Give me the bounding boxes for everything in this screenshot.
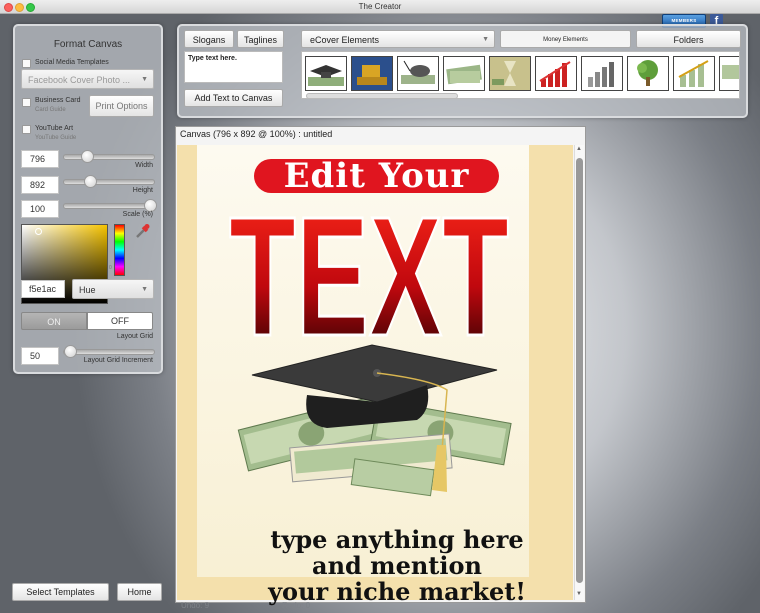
scale-label: Scale (%) [122,211,153,218]
element-thumb-gray-chart[interactable] [581,56,623,91]
grid-increment-slider[interactable] [63,345,155,358]
element-thumb-coins[interactable] [351,56,393,91]
canvas-vertical-scrollbar[interactable]: ▲ ▼ [574,145,584,600]
body-text-line-1[interactable]: type anything here [237,527,557,553]
panel-title: Format Canvas [53,39,123,50]
graduation-money-image[interactable] [232,340,522,500]
youtube-art-label: YouTube Art [35,125,74,132]
scale-slider[interactable] [63,199,157,212]
layout-grid-on-button[interactable]: ON [21,312,87,330]
window-title: The Creator [358,2,402,11]
canvas-window: Canvas (796 x 892 @ 100%) : untitled Edi… [175,126,586,605]
hue-min-label: 0 [109,265,112,271]
social-template-dropdown[interactable]: Facebook Cover Photo ... ▼ [21,69,154,89]
slogan-text-input[interactable]: Type text here. [184,51,283,83]
headline-big-text-art[interactable]: TEXT [219,197,519,342]
close-window-icon[interactable] [4,3,13,12]
select-templates-button[interactable]: Select Templates [12,583,109,601]
headline-big-text: TEXT [229,197,509,342]
grid-increment-label: Layout Grid Increment [83,357,153,364]
scale-input[interactable]: 100 [21,200,59,218]
minimize-window-icon[interactable] [15,3,24,12]
tab-taglines[interactable]: Taglines [237,30,284,48]
window-titlebar: The Creator [0,0,760,14]
color-mode-value: Hue [79,285,96,295]
canvas-scroll-thumb[interactable] [576,158,583,583]
width-input[interactable]: 796 [21,150,59,168]
business-card-checkbox[interactable] [22,98,31,107]
eyedropper-icon[interactable] [134,222,152,240]
zoom-window-icon[interactable] [26,3,35,12]
headline-top-text[interactable]: Edit Your [254,157,499,195]
tab-slogans[interactable]: Slogans [184,30,234,48]
body-text-line-2[interactable]: and mention [237,553,557,579]
chevron-down-icon: ▼ [482,36,489,43]
card-guide-label: Card Guide [35,107,66,113]
grid-increment-input[interactable]: 50 [21,347,59,365]
social-template-value: Facebook Cover Photo ... [28,75,131,85]
format-canvas-panel: Format Canvas Social Media Templates Fac… [13,24,163,374]
scroll-down-arrow-icon[interactable]: ▼ [576,591,582,597]
height-label: Height [132,187,153,194]
color-picker-cursor[interactable] [35,228,42,235]
chevron-down-icon: ▼ [141,76,148,83]
width-label: Width [135,162,153,169]
hue-slider[interactable] [114,224,125,276]
element-thumb-money-tree[interactable] [627,56,669,91]
element-thumb-red-chart[interactable] [535,56,577,91]
height-input[interactable]: 892 [21,176,59,194]
chevron-down-icon: ▼ [141,286,148,293]
tab-money-elements[interactable]: Money Elements [500,30,631,48]
element-thumb-money-graph[interactable] [673,56,715,91]
width-slider[interactable] [63,150,155,163]
ecover-elements-label: eCover Elements [310,35,380,45]
ecover-elements-dropdown[interactable]: eCover Elements ▼ [301,30,495,48]
layout-grid-off-button[interactable]: OFF [87,312,153,330]
undo-counter: Undo: 9 [181,601,210,610]
element-thumb-mouse[interactable] [397,56,439,91]
elements-panel: Slogans Taglines eCover Elements ▼ Money… [177,24,748,118]
element-thumb-cash-stack[interactable] [443,56,485,91]
layout-grid-label: Layout Grid [116,333,153,340]
scroll-up-arrow-icon[interactable]: ▲ [576,146,582,152]
business-card-label: Business Card [35,97,81,104]
money-elements-gallery [301,51,740,99]
color-hex-input[interactable]: f5e1ac [21,280,65,298]
redo-counter: Redo: 0 [282,601,311,610]
height-slider[interactable] [63,175,155,188]
color-mode-dropdown[interactable]: Hue ▼ [72,279,154,299]
youtube-art-checkbox[interactable] [22,125,31,134]
add-text-to-canvas-button[interactable]: Add Text to Canvas [184,89,283,107]
youtube-guide-label: YouTube Guide [35,135,77,141]
element-thumb-bills[interactable] [719,56,739,91]
element-thumb-grad-cap[interactable] [305,56,347,91]
home-button[interactable]: Home [117,583,162,601]
print-options-button[interactable]: Print Options [89,95,154,117]
social-media-templates-checkbox[interactable] [22,59,31,68]
canvas-document[interactable]: Edit Your TEXT type anything here and me… [177,145,573,605]
social-media-templates-label: Social Media Templates [35,59,109,66]
tab-folders[interactable]: Folders [636,30,741,48]
canvas-title: Canvas (796 x 892 @ 100%) : untitled [180,129,333,139]
gallery-scrollbar[interactable] [306,93,458,98]
element-thumb-hourglass[interactable] [489,56,531,91]
